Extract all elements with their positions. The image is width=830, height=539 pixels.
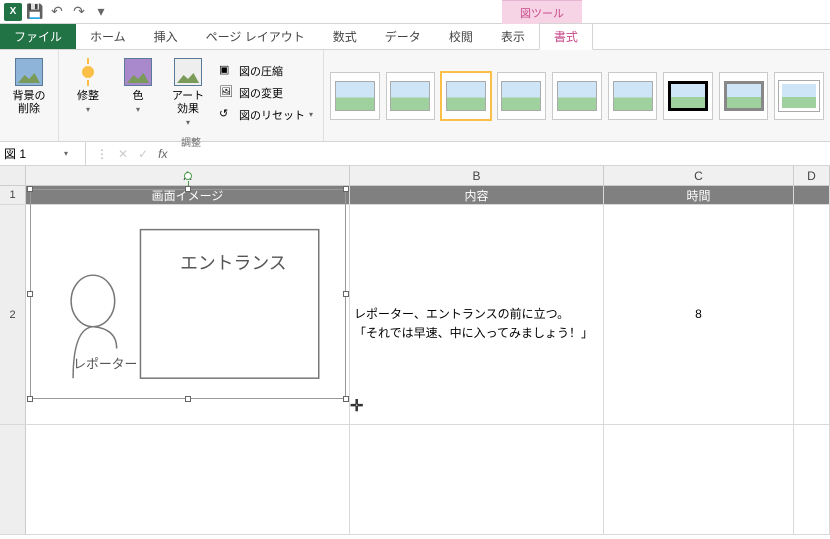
remove-background-label: 背景の 削除	[13, 90, 46, 116]
picture-style-7[interactable]	[663, 72, 713, 120]
cell-c3[interactable]	[604, 425, 794, 534]
cell-a3[interactable]	[26, 425, 350, 534]
picture-styles-gallery[interactable]	[324, 50, 830, 141]
select-all-corner[interactable]	[0, 166, 26, 185]
compress-icon: ▣	[219, 63, 235, 79]
tab-view[interactable]: 表示	[487, 24, 539, 49]
cell-b3[interactable]	[350, 425, 604, 534]
picture-style-1[interactable]	[330, 72, 380, 120]
excel-app-icon: X	[4, 3, 22, 21]
cell-b2[interactable]: レポーター、エントランスの前に立つ。 「それでは早速、中に入ってみましょう！」	[350, 205, 604, 424]
name-box[interactable]: ▾	[0, 142, 86, 165]
remove-background-button[interactable]: 背景の 削除	[6, 54, 52, 139]
name-box-input[interactable]	[4, 147, 64, 161]
cell-c2[interactable]: 8	[604, 205, 794, 424]
cell-c1[interactable]: 時間	[604, 186, 794, 204]
sketch-person-label: レポーター	[73, 357, 137, 371]
fx-icon[interactable]: fx	[158, 147, 167, 161]
chevron-down-icon: ▾	[186, 118, 190, 127]
artistic-effects-button[interactable]: アート効果 ▾	[165, 54, 211, 132]
picture-style-3[interactable]	[441, 72, 491, 120]
picture-style-5[interactable]	[552, 72, 602, 120]
cell-d1[interactable]	[794, 186, 830, 204]
reset-icon: ↺	[219, 107, 235, 123]
resize-handle-tr[interactable]	[343, 186, 349, 192]
col-header-b[interactable]: B	[350, 166, 604, 185]
change-label: 図の変更	[239, 85, 283, 101]
resize-handle-bl[interactable]	[27, 396, 33, 402]
col-header-c[interactable]: C	[604, 166, 794, 185]
tab-data[interactable]: データ	[371, 24, 435, 49]
inserted-picture[interactable]: エントランス レポーター	[30, 189, 346, 399]
undo-icon[interactable]: ↶	[48, 3, 66, 21]
picture-style-4[interactable]	[497, 72, 547, 120]
resize-handle-ml[interactable]	[27, 291, 33, 297]
row-header-3[interactable]	[0, 425, 26, 534]
picture-style-8[interactable]	[719, 72, 769, 120]
resize-handle-bm[interactable]	[185, 396, 191, 402]
row-header-1[interactable]: 1	[0, 186, 26, 204]
compress-pictures-button[interactable]: ▣図の圧縮	[215, 61, 317, 81]
customize-qat-dropdown-icon[interactable]: ▾	[92, 3, 110, 21]
tab-home[interactable]: ホーム	[76, 24, 140, 49]
row-header-2[interactable]: 2	[0, 205, 26, 424]
tab-review[interactable]: 校閲	[435, 24, 487, 49]
tab-formulas[interactable]: 数式	[319, 24, 371, 49]
cell-b1[interactable]: 内容	[350, 186, 604, 204]
resize-handle-tl[interactable]	[27, 186, 33, 192]
tab-format[interactable]: 書式	[539, 23, 593, 50]
corrections-label: 修整	[77, 90, 99, 102]
corrections-button[interactable]: 修整 ▾	[65, 54, 111, 132]
change-picture-button[interactable]: 🖼図の変更	[215, 83, 317, 103]
chevron-down-icon: ▾	[136, 105, 140, 114]
chevron-down-icon: ▾	[309, 110, 313, 119]
compress-label: 図の圧縮	[239, 63, 283, 79]
picture-style-9[interactable]	[774, 72, 824, 120]
cell-d2[interactable]	[794, 205, 830, 424]
contextual-tab-pictools: 図ツール	[502, 0, 582, 24]
redo-icon[interactable]: ↷	[70, 3, 88, 21]
tab-insert[interactable]: 挿入	[140, 24, 192, 49]
col-header-d[interactable]: D	[794, 166, 830, 185]
sketch-drawing: エントランス レポーター	[31, 190, 345, 398]
artistic-label: アート効果	[172, 90, 204, 115]
resize-handle-tm[interactable]	[185, 186, 191, 192]
picture-style-6[interactable]	[608, 72, 658, 120]
save-icon[interactable]: 💾	[26, 3, 44, 21]
tab-page-layout[interactable]: ページ レイアウト	[192, 24, 319, 49]
chevron-down-icon: ▾	[86, 105, 90, 114]
cancel-icon[interactable]: ✕	[118, 147, 128, 161]
resize-handle-br[interactable]	[343, 396, 349, 402]
resize-handle-mr[interactable]	[343, 291, 349, 297]
color-button[interactable]: 色▾	[115, 54, 161, 132]
dots-icon: ⋮	[96, 147, 108, 161]
picture-style-2[interactable]	[386, 72, 436, 120]
tab-file[interactable]: ファイル	[0, 24, 76, 49]
color-label: 色	[133, 90, 144, 102]
change-picture-icon: 🖼	[219, 85, 235, 101]
rotate-handle[interactable]	[184, 172, 192, 180]
name-box-dropdown-icon[interactable]: ▾	[64, 149, 68, 158]
reset-label: 図のリセット	[239, 107, 305, 123]
reset-picture-button[interactable]: ↺図のリセット ▾	[215, 105, 317, 125]
enter-icon[interactable]: ✓	[138, 147, 148, 161]
sketch-sign-text: エントランス	[180, 253, 287, 273]
cell-d3[interactable]	[794, 425, 830, 534]
